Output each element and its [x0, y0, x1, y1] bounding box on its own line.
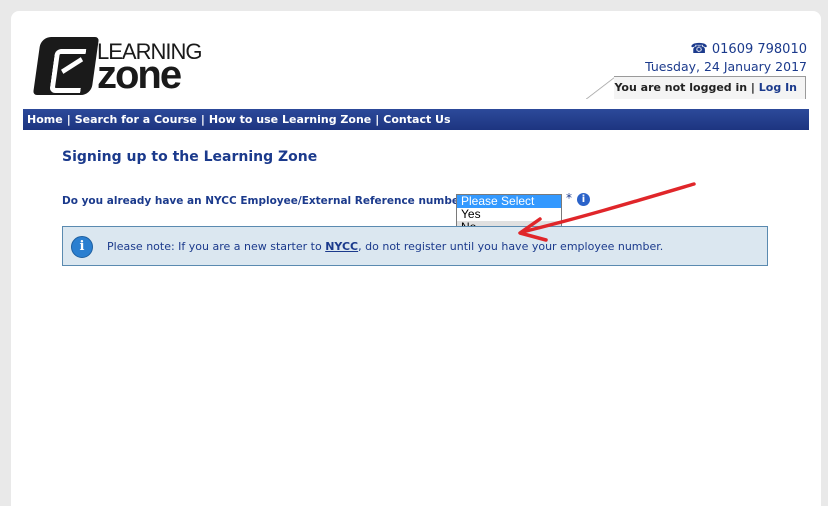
arrow-shaft: [520, 182, 696, 234]
red-arrow-annotation: [518, 182, 696, 242]
